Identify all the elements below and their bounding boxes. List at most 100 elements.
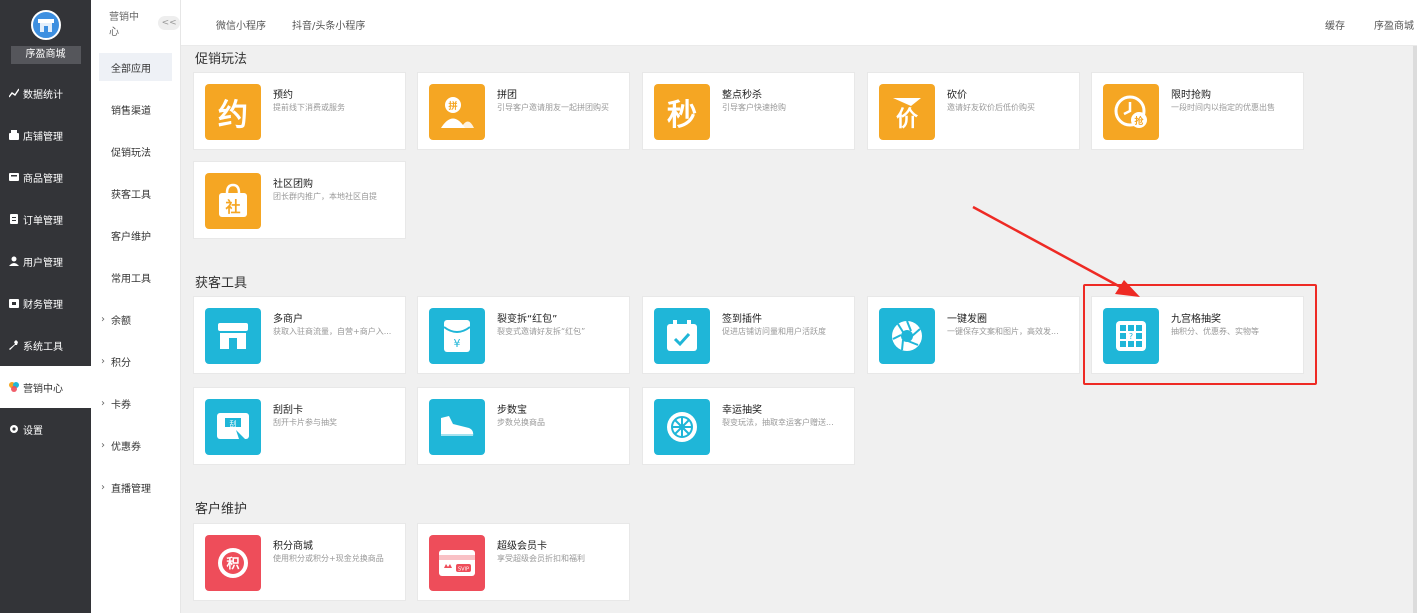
subnav-item[interactable]: 全部应用 [99,53,172,81]
card-description: 促进店铺访问量和用户活跃度 [722,327,826,336]
subnav-expand-item[interactable]: › 直播管理 [91,466,180,508]
sidebar-item-order[interactable]: 订单管理 [0,198,91,240]
app-card-checkin[interactable]: 签到插件促进店铺访问量和用户活跃度 [642,296,855,374]
subnav-item-label: 常用工具 [111,273,151,285]
subnav-item-label: 直播管理 [111,483,151,495]
subnav-item-label: 全部应用 [111,63,151,75]
app-card-store[interactable]: 多商户获取入驻商流量，自营+商户入... [193,296,406,374]
user-icon [8,255,20,267]
goods-icon [8,171,20,183]
gear-icon [8,423,20,435]
chevron-right-icon: › [101,397,105,409]
shop-name: 序盈商城 [10,46,81,64]
sidebar-item-user[interactable]: 用户管理 [0,240,91,282]
group-buy-icon: 拼 [429,84,485,140]
app-card-red-packet[interactable]: ¥ 裂变拆“红包” 裂变式邀请好友拆“红包” [417,296,630,374]
app-card-bargain[interactable]: 价 砍价 邀请好友砍价后低价购买 [867,72,1080,150]
card-description: 享受超级会员折扣和福利 [497,554,585,563]
app-card-community[interactable]: 社 社区团购团长群内推广，本地社区自提 [193,161,406,239]
card-title: 刮刮卡 [273,405,303,416]
sidebar-item-label: 数据统计 [23,89,63,101]
card-title: 拼团 [497,90,517,101]
app-card-shoe[interactable]: 步数宝 步数兑换商品 [417,387,630,465]
card-description: 使用积分或积分+现金兑换商品 [273,554,384,563]
collapse-button[interactable]: << [158,16,180,30]
card-description: 引导客户快速抢购 [722,103,786,112]
sub-sidebar: 营销中心 << 全部应用 销售渠道 促销玩法 获客工具 客户维护 常用工具 › 余额 › 积分 › 卡… [91,0,181,613]
subnav-item-label: 卡券 [111,399,131,411]
wheel-icon [654,399,710,455]
logo-area: 序盈商城 [0,0,91,72]
sidebar-item-marketing[interactable]: 营销中心 [0,366,91,408]
subnav-expand-item[interactable]: › 优惠券 [91,424,180,466]
app-card-points-mall[interactable]: 积 积分商城使用积分或积分+现金兑换商品 [193,523,406,601]
card-title: 预约 [273,90,293,101]
chevron-right-icon: › [101,439,105,451]
app-card-group-buy[interactable]: 拼 拼团 引导客户邀请朋友一起拼团购买 [417,72,630,150]
card-title: 一键发圈 [947,314,987,325]
svg-text:积: 积 [226,556,239,572]
subnav-expand-item[interactable]: › 卡券 [91,382,180,424]
app-card-aperture[interactable]: 一键发圈 一键保存文案和图片，高效发... [867,296,1080,374]
subnav-item-label: 销售渠道 [111,105,151,117]
card-title: 砍价 [947,90,967,101]
sidebar-item-label: 财务管理 [23,299,63,311]
subnav-item-label: 优惠券 [111,441,141,453]
tab-douyin-miniprogram[interactable]: 抖音/头条小程序 [292,17,365,32]
section-title: 促销玩法 [195,52,248,67]
subnav-item[interactable]: 客户维护 [91,214,180,256]
aperture-icon [879,308,935,364]
vip-card-icon: SVIP [429,535,485,591]
content-scrollbar[interactable] [1413,46,1417,613]
card-title: 签到插件 [722,314,762,325]
scratch-card-icon: 刮 [205,399,261,455]
app-card-scratch-card[interactable]: 刮 刮刮卡 刮开卡片参与抽奖 [193,387,406,465]
sidebar-item-label: 订单管理 [23,215,63,227]
tab-wechat-miniprogram[interactable]: 微信小程序 [216,17,266,32]
subnav-item-label: 余额 [111,315,131,327]
sidebar-item-gear[interactable]: 设置 [0,408,91,450]
card-title: 步数宝 [497,405,527,416]
shop-logo-icon[interactable] [30,10,61,40]
sidebar-item-finance[interactable]: 财务管理 [0,282,91,324]
red-packet-icon: ¥ [429,308,485,364]
app-card-vip-card[interactable]: SVIP 超级会员卡享受超级会员折扣和福利 [417,523,630,601]
subnav-item[interactable]: 促销玩法 [91,130,180,172]
card-title: 社区团购 [273,179,313,190]
highlight-box [1083,284,1317,385]
sidebar-item-label: 商品管理 [23,173,63,185]
sidebar-item-chart[interactable]: 数据统计 [0,72,91,114]
card-description: 步数兑换商品 [497,418,545,427]
app-card-wheel[interactable]: 幸运抽奖 裂变玩法，抽取幸运客户赠送... [642,387,855,465]
bargain-icon: 价 [879,84,935,140]
subnav-item[interactable]: 获客工具 [91,172,180,214]
top-bar: 微信小程序 抖音/头条小程序 缓存 序盈商城 [181,0,1417,46]
subnav-item[interactable]: 常用工具 [91,256,180,298]
order-icon [8,213,20,225]
sidebar-item-label: 设置 [23,425,43,437]
app-card-flash-sale[interactable]: 秒 整点秒杀 引导客户快速抢购 [642,72,855,150]
app-card-appointment[interactable]: 约 预约提前线下消费或服务 [193,72,406,150]
card-description: 团长群内推广，本地社区自提 [273,192,377,201]
card-description: 一段时间内以指定的优惠出售 [1171,103,1275,112]
subnav-item[interactable]: 销售渠道 [91,88,180,130]
sidebar-item-wrench[interactable]: 系统工具 [0,324,91,366]
shop-switch[interactable]: 序盈商城 [1374,17,1414,32]
points-mall-icon: 积 [205,535,261,591]
subnav-expand-item[interactable]: › 余额 [91,298,180,340]
card-title: 限时抢购 [1171,90,1211,101]
cache-button[interactable]: 缓存 [1325,17,1345,32]
subnav-expand-item[interactable]: › 积分 [91,340,180,382]
app: 序盈商城 数据统计 店铺管理 商品管理 订单管理 用户管理 财务管理 系统工具 营销中心 设置 … [0,0,1417,613]
appointment-icon: 约 [205,84,261,140]
card-title: 多商户 [273,314,303,325]
sidebar-item-goods[interactable]: 商品管理 [0,156,91,198]
app-card-limited-time[interactable]: 抢 限时抢购 一段时间内以指定的优惠出售 [1091,72,1304,150]
card-title: 超级会员卡 [497,541,547,552]
sidebar-item-shop[interactable]: 店铺管理 [0,114,91,156]
card-description: 获取入驻商流量，自营+商户入... [273,327,392,336]
card-description: 提前线下消费或服务 [273,103,345,112]
card-description: 裂变玩法，抽取幸运客户赠送... [722,418,834,427]
community-icon: 社 [205,173,261,229]
card-title: 积分商城 [273,541,313,552]
